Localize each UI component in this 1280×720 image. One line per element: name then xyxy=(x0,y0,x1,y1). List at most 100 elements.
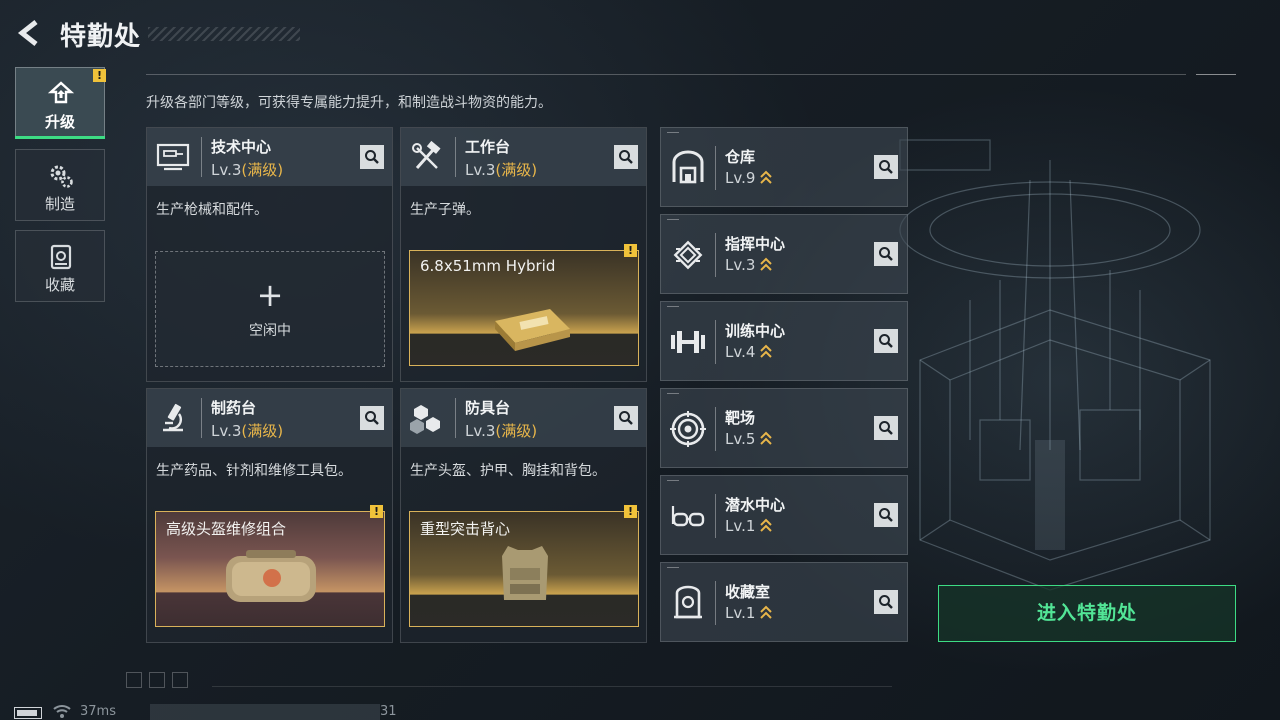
repair-kit-bag-image xyxy=(226,550,316,602)
card-header: 技术中心 Lv.3(满级) xyxy=(147,128,392,186)
room-level: Lv.9 xyxy=(725,169,756,187)
max-level-tag: (满级) xyxy=(241,161,284,179)
upgrade-available-icon xyxy=(760,431,772,445)
facility-name: 制药台 xyxy=(211,399,257,417)
magnifier-icon xyxy=(879,421,893,435)
room-level: Lv.5 xyxy=(725,430,756,448)
ping-readout: 37ms xyxy=(80,704,116,719)
chip-icon xyxy=(673,240,703,270)
sidebar-item-label: 升级 xyxy=(44,113,75,131)
room-warehouse[interactable]: 仓库 Lv.9 xyxy=(660,127,908,207)
facility-description: 生产枪械和配件。 xyxy=(156,202,268,218)
sidebar-item-label: 制造 xyxy=(44,195,75,213)
inspect-button[interactable] xyxy=(874,416,898,440)
divider xyxy=(201,137,202,177)
facility-name: 防具台 xyxy=(465,399,511,417)
room-name: 靶场 xyxy=(725,409,756,427)
wifi-icon xyxy=(53,705,71,718)
back-button[interactable] xyxy=(14,18,44,48)
plus-icon: + xyxy=(256,276,284,314)
cubes-icon xyxy=(410,405,440,434)
product-name: 高级头盔维修组合 xyxy=(166,520,287,538)
alert-badge: ! xyxy=(624,244,637,257)
inspect-button[interactable] xyxy=(874,242,898,266)
inspect-button[interactable] xyxy=(614,145,638,169)
magnifier-icon xyxy=(879,160,893,174)
max-level-tag: (满级) xyxy=(495,161,538,179)
inspect-button[interactable] xyxy=(360,406,384,430)
room-diving-center[interactable]: 潜水中心 Lv.1 xyxy=(660,475,908,555)
divider xyxy=(715,581,716,625)
facility-description: 生产头盔、护甲、胸挂和背包。 xyxy=(410,463,606,479)
divider xyxy=(455,398,456,438)
inspect-button[interactable] xyxy=(614,406,638,430)
microscope-icon xyxy=(163,403,183,432)
room-name: 仓库 xyxy=(725,148,756,166)
divider xyxy=(146,74,1186,75)
production-slot[interactable]: 6.8x51mm Hybrid xyxy=(409,250,639,366)
ammo-box-image xyxy=(495,309,570,351)
collection-icon xyxy=(50,244,72,270)
facility-card-workbench[interactable]: 工作台 Lv.3(满级) 生产子弹。 6.8x51mm Hybrid ! xyxy=(400,127,647,382)
right-edge-line xyxy=(1196,74,1236,75)
facility-card-armor-bench[interactable]: 防具台 Lv.3(满级) 生产头盔、护甲、胸挂和背包。 重型突击背心 ! xyxy=(400,388,647,643)
product-name: 重型突击背心 xyxy=(420,520,511,538)
title-decoration xyxy=(148,27,300,41)
facility-description: 生产子弹。 xyxy=(410,202,480,218)
room-collection-room[interactable]: 收藏室 Lv.1 xyxy=(660,562,908,642)
enter-special-ops-button[interactable]: 进入特勤处 xyxy=(938,585,1236,642)
level-value: Lv.3 xyxy=(211,161,242,179)
room-level: Lv.4 xyxy=(725,343,756,361)
inspect-button[interactable] xyxy=(360,145,384,169)
production-slot-empty[interactable]: + 空闲中 xyxy=(155,251,385,367)
product-name: 6.8x51mm Hybrid xyxy=(420,257,556,275)
divider xyxy=(715,494,716,538)
facility-level: Lv.3(满级) xyxy=(465,420,537,441)
slot-status: 空闲中 xyxy=(249,323,291,339)
room-level: Lv.1 xyxy=(725,604,756,622)
level-value: Lv.3 xyxy=(465,161,496,179)
sidebar-item-collection[interactable]: 收藏 xyxy=(15,230,105,302)
room-level: Lv.3 xyxy=(725,256,756,274)
magnifier-icon xyxy=(879,595,893,609)
facility-level: Lv.3(满级) xyxy=(211,420,283,441)
inspect-button[interactable] xyxy=(874,329,898,353)
magnifier-icon xyxy=(879,247,893,261)
footer-decoration xyxy=(149,672,165,688)
alert-badge: ! xyxy=(624,505,637,518)
divider xyxy=(455,137,456,177)
facility-level: Lv.3(满级) xyxy=(211,159,283,180)
room-name: 收藏室 xyxy=(725,583,771,601)
facility-card-tech-center[interactable]: 技术中心 Lv.3(满级) 生产枪械和配件。 + 空闲中 xyxy=(146,127,393,382)
room-command-center[interactable]: 指挥中心 Lv.3 xyxy=(660,214,908,294)
inspect-button[interactable] xyxy=(874,503,898,527)
blurred-user-id xyxy=(150,704,380,720)
upgrade-available-icon xyxy=(760,344,772,358)
divider xyxy=(201,398,202,438)
magnifier-icon xyxy=(619,150,633,164)
collection-room-icon xyxy=(674,585,702,619)
room-name: 潜水中心 xyxy=(725,496,786,514)
magnifier-icon xyxy=(365,150,379,164)
inspect-button[interactable] xyxy=(874,590,898,614)
room-shooting-range[interactable]: 靶场 Lv.5 xyxy=(660,388,908,468)
goggles-icon xyxy=(671,506,705,527)
gears-icon xyxy=(50,165,73,188)
card-header: 制药台 Lv.3(满级) xyxy=(147,389,392,447)
sidebar-item-upgrade[interactable]: 升级 ! xyxy=(15,67,106,139)
room-training-center[interactable]: 训练中心 Lv.4 xyxy=(660,301,908,381)
footer-decoration xyxy=(126,672,142,688)
facility-card-pharmacy[interactable]: 制药台 Lv.3(满级) 生产药品、针剂和维修工具包。 高级头盔维修组合 ! xyxy=(146,388,393,643)
alert-badge: ! xyxy=(370,505,383,518)
divider xyxy=(715,233,716,277)
divider xyxy=(715,146,716,190)
sidebar-item-craft[interactable]: 制造 xyxy=(15,149,105,221)
dumbbell-icon xyxy=(671,331,705,353)
facility-name: 工作台 xyxy=(465,138,511,156)
user-id-tail: 31 xyxy=(380,704,397,719)
production-slot[interactable]: 重型突击背心 xyxy=(409,511,639,627)
level-value: Lv.3 xyxy=(211,422,242,440)
inspect-button[interactable] xyxy=(874,155,898,179)
production-slot[interactable]: 高级头盔维修组合 xyxy=(155,511,385,627)
max-level-tag: (满级) xyxy=(241,422,284,440)
